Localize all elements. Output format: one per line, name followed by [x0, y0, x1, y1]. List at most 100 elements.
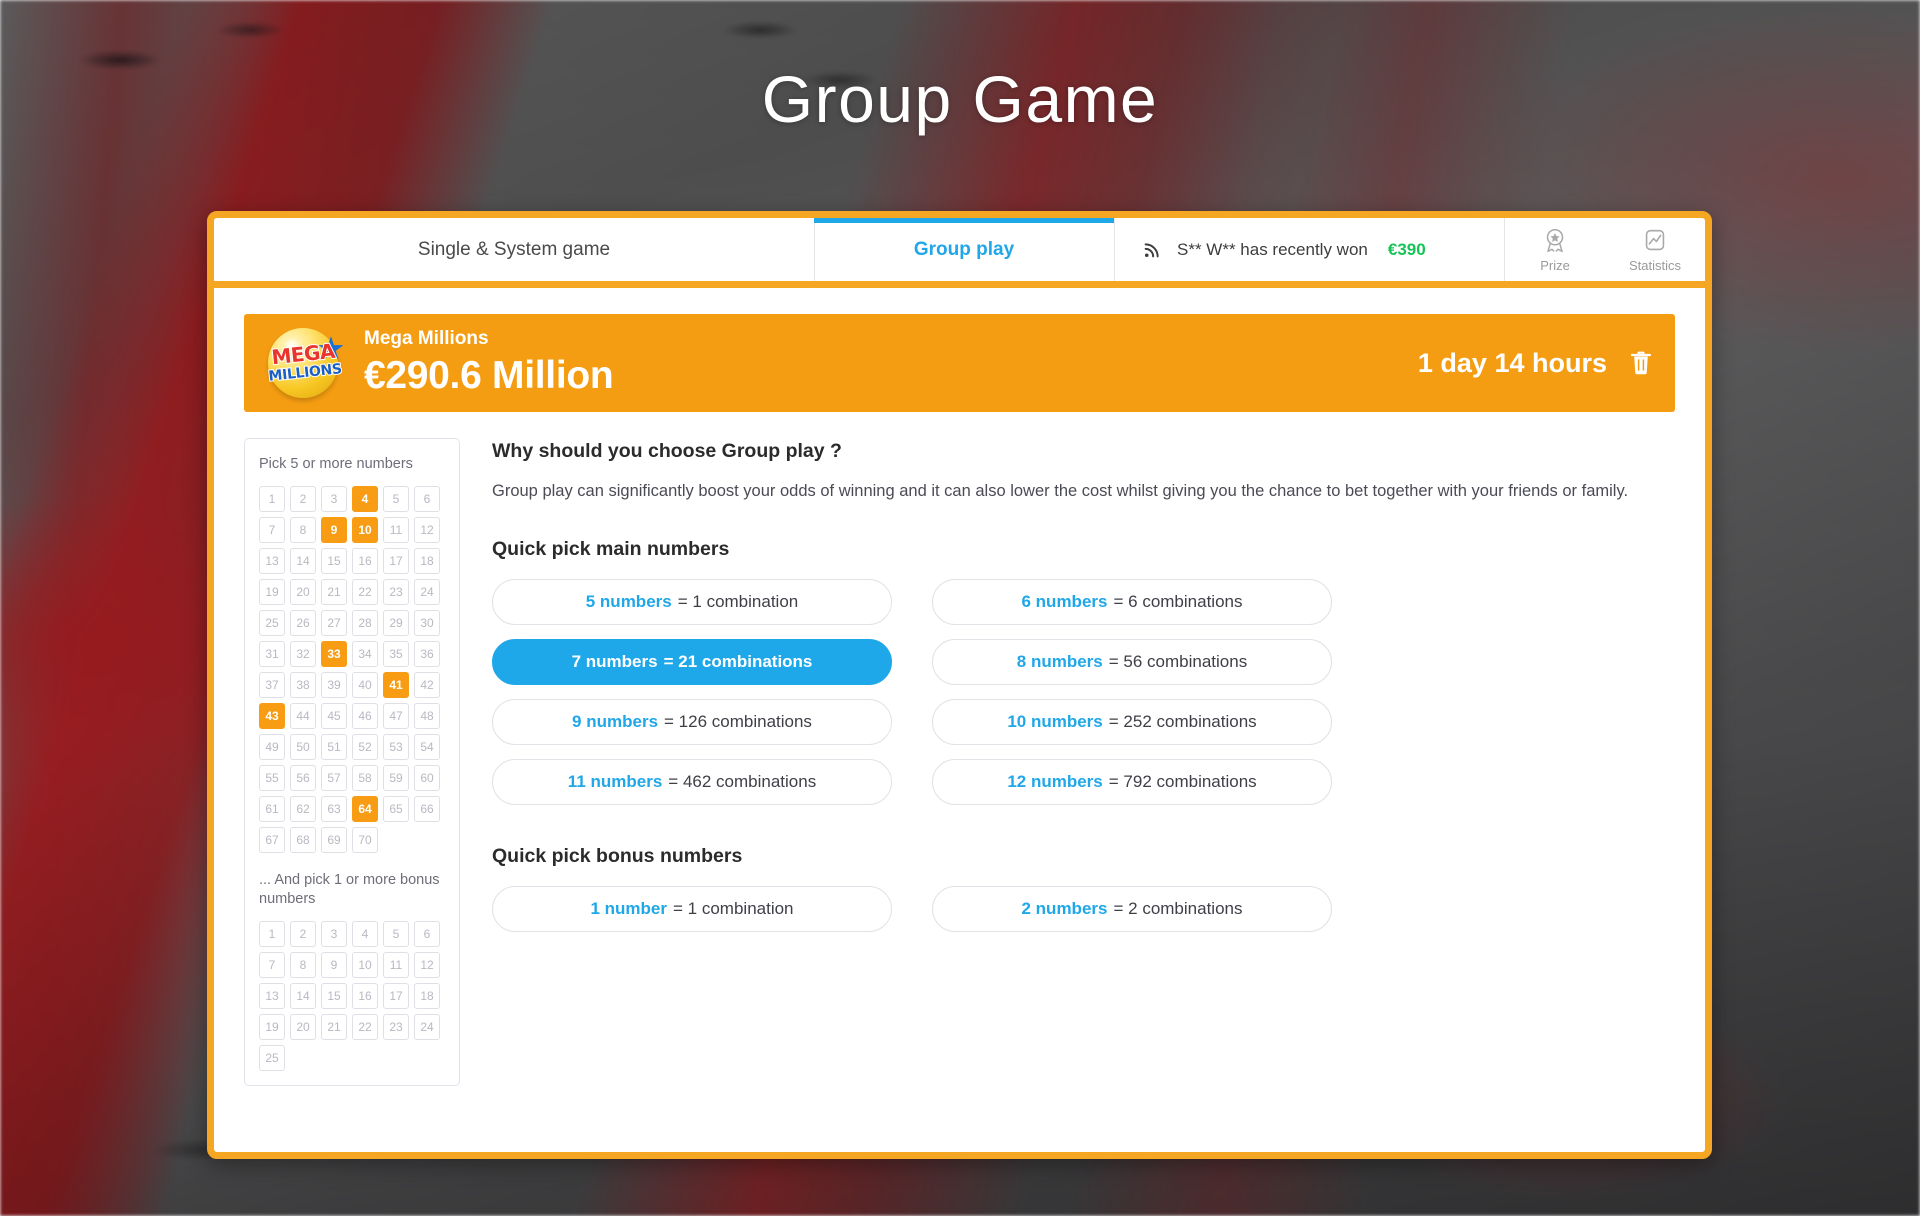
quick-pick-bonus-option-1-number[interactable]: 1 number = 1 combination [492, 886, 892, 932]
main-number-42[interactable]: 42 [414, 672, 440, 698]
main-number-14[interactable]: 14 [290, 548, 316, 574]
main-number-51[interactable]: 51 [321, 734, 347, 760]
main-number-50[interactable]: 50 [290, 734, 316, 760]
tab-single-system-game[interactable]: Single & System game [214, 218, 814, 281]
main-number-29[interactable]: 29 [383, 610, 409, 636]
quick-pick-bonus-option-2-numbers[interactable]: 2 numbers = 2 combinations [932, 886, 1332, 932]
main-number-64[interactable]: 64 [352, 796, 378, 822]
bonus-number-18[interactable]: 18 [414, 983, 440, 1009]
main-number-23[interactable]: 23 [383, 579, 409, 605]
quick-pick-main-option-10-numbers[interactable]: 10 numbers = 252 combinations [932, 699, 1332, 745]
main-number-25[interactable]: 25 [259, 610, 285, 636]
bonus-number-19[interactable]: 19 [259, 1014, 285, 1040]
main-number-18[interactable]: 18 [414, 548, 440, 574]
bonus-number-21[interactable]: 21 [321, 1014, 347, 1040]
main-number-69[interactable]: 69 [321, 827, 347, 853]
bonus-number-14[interactable]: 14 [290, 983, 316, 1009]
main-number-54[interactable]: 54 [414, 734, 440, 760]
tab-group-play[interactable]: Group play [814, 218, 1114, 281]
main-number-60[interactable]: 60 [414, 765, 440, 791]
main-number-41[interactable]: 41 [383, 672, 409, 698]
main-number-39[interactable]: 39 [321, 672, 347, 698]
main-number-4[interactable]: 4 [352, 486, 378, 512]
main-number-27[interactable]: 27 [321, 610, 347, 636]
main-number-15[interactable]: 15 [321, 548, 347, 574]
bonus-number-9[interactable]: 9 [321, 952, 347, 978]
main-number-21[interactable]: 21 [321, 579, 347, 605]
main-number-63[interactable]: 63 [321, 796, 347, 822]
main-number-13[interactable]: 13 [259, 548, 285, 574]
main-number-59[interactable]: 59 [383, 765, 409, 791]
main-number-61[interactable]: 61 [259, 796, 285, 822]
bonus-number-15[interactable]: 15 [321, 983, 347, 1009]
bonus-number-23[interactable]: 23 [383, 1014, 409, 1040]
main-number-45[interactable]: 45 [321, 703, 347, 729]
main-number-33[interactable]: 33 [321, 641, 347, 667]
main-number-44[interactable]: 44 [290, 703, 316, 729]
main-number-46[interactable]: 46 [352, 703, 378, 729]
bonus-number-17[interactable]: 17 [383, 983, 409, 1009]
main-number-8[interactable]: 8 [290, 517, 316, 543]
main-number-16[interactable]: 16 [352, 548, 378, 574]
main-number-31[interactable]: 31 [259, 641, 285, 667]
main-number-20[interactable]: 20 [290, 579, 316, 605]
main-number-35[interactable]: 35 [383, 641, 409, 667]
quick-pick-main-option-12-numbers[interactable]: 12 numbers = 792 combinations [932, 759, 1332, 805]
main-number-17[interactable]: 17 [383, 548, 409, 574]
bonus-number-24[interactable]: 24 [414, 1014, 440, 1040]
main-number-40[interactable]: 40 [352, 672, 378, 698]
main-number-37[interactable]: 37 [259, 672, 285, 698]
bonus-number-5[interactable]: 5 [383, 921, 409, 947]
bonus-number-2[interactable]: 2 [290, 921, 316, 947]
bonus-number-13[interactable]: 13 [259, 983, 285, 1009]
main-number-56[interactable]: 56 [290, 765, 316, 791]
bonus-number-6[interactable]: 6 [414, 921, 440, 947]
main-number-67[interactable]: 67 [259, 827, 285, 853]
bonus-number-10[interactable]: 10 [352, 952, 378, 978]
main-number-1[interactable]: 1 [259, 486, 285, 512]
main-number-30[interactable]: 30 [414, 610, 440, 636]
trash-icon[interactable] [1629, 349, 1653, 377]
main-number-19[interactable]: 19 [259, 579, 285, 605]
main-number-36[interactable]: 36 [414, 641, 440, 667]
prize-button[interactable]: Prize [1505, 226, 1605, 273]
main-number-3[interactable]: 3 [321, 486, 347, 512]
main-number-12[interactable]: 12 [414, 517, 440, 543]
bonus-number-7[interactable]: 7 [259, 952, 285, 978]
main-number-32[interactable]: 32 [290, 641, 316, 667]
main-number-24[interactable]: 24 [414, 579, 440, 605]
bonus-number-4[interactable]: 4 [352, 921, 378, 947]
main-number-53[interactable]: 53 [383, 734, 409, 760]
main-number-11[interactable]: 11 [383, 517, 409, 543]
main-number-5[interactable]: 5 [383, 486, 409, 512]
bonus-number-8[interactable]: 8 [290, 952, 316, 978]
quick-pick-main-option-11-numbers[interactable]: 11 numbers = 462 combinations [492, 759, 892, 805]
quick-pick-main-option-7-numbers[interactable]: 7 numbers = 21 combinations [492, 639, 892, 685]
main-number-7[interactable]: 7 [259, 517, 285, 543]
main-number-38[interactable]: 38 [290, 672, 316, 698]
quick-pick-main-option-9-numbers[interactable]: 9 numbers = 126 combinations [492, 699, 892, 745]
bonus-number-20[interactable]: 20 [290, 1014, 316, 1040]
main-number-55[interactable]: 55 [259, 765, 285, 791]
quick-pick-main-option-8-numbers[interactable]: 8 numbers = 56 combinations [932, 639, 1332, 685]
recent-winner-ticker[interactable]: S** W** has recently won €390 [1114, 218, 1504, 281]
main-number-57[interactable]: 57 [321, 765, 347, 791]
main-number-43[interactable]: 43 [259, 703, 285, 729]
main-number-49[interactable]: 49 [259, 734, 285, 760]
main-number-65[interactable]: 65 [383, 796, 409, 822]
bonus-number-22[interactable]: 22 [352, 1014, 378, 1040]
bonus-number-12[interactable]: 12 [414, 952, 440, 978]
main-number-34[interactable]: 34 [352, 641, 378, 667]
main-number-66[interactable]: 66 [414, 796, 440, 822]
main-number-62[interactable]: 62 [290, 796, 316, 822]
main-number-2[interactable]: 2 [290, 486, 316, 512]
main-number-6[interactable]: 6 [414, 486, 440, 512]
quick-pick-main-option-5-numbers[interactable]: 5 numbers = 1 combination [492, 579, 892, 625]
main-number-52[interactable]: 52 [352, 734, 378, 760]
bonus-number-25[interactable]: 25 [259, 1045, 285, 1071]
main-number-47[interactable]: 47 [383, 703, 409, 729]
main-number-28[interactable]: 28 [352, 610, 378, 636]
main-number-58[interactable]: 58 [352, 765, 378, 791]
quick-pick-main-option-6-numbers[interactable]: 6 numbers = 6 combinations [932, 579, 1332, 625]
main-number-10[interactable]: 10 [352, 517, 378, 543]
